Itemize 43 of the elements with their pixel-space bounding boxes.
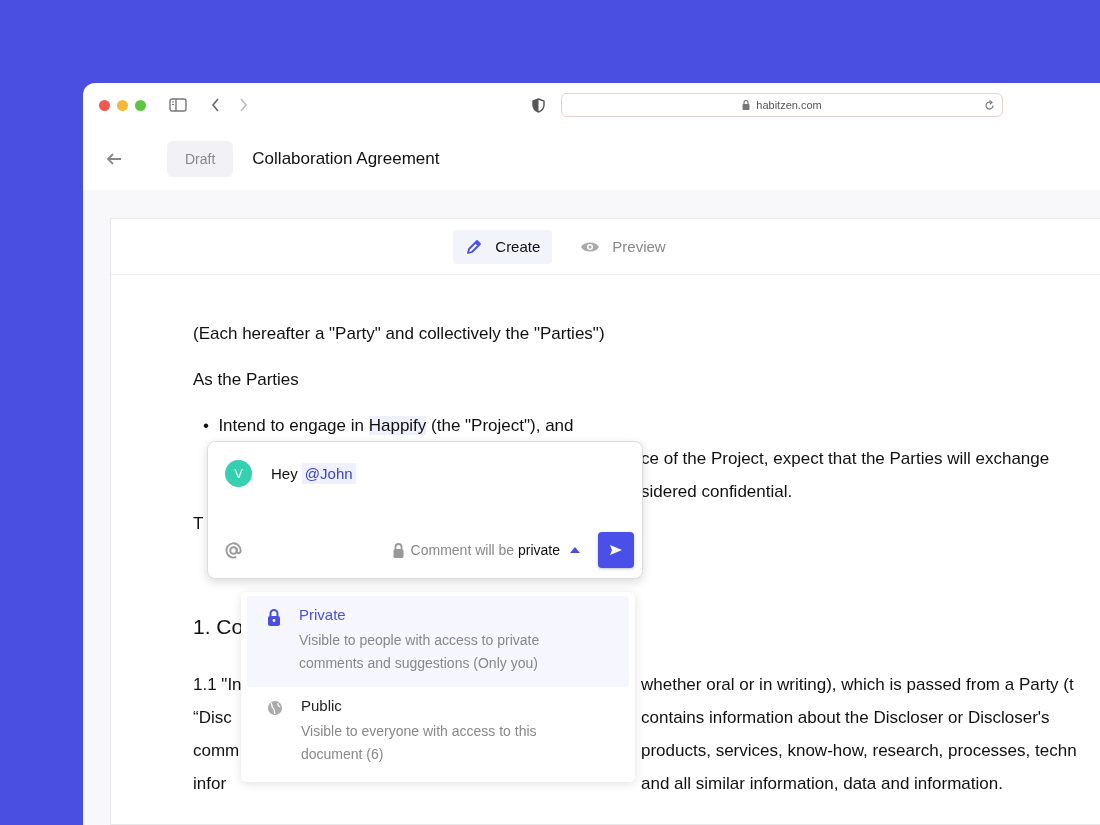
document-text: sidered confidential. [641, 481, 794, 502]
lock-icon [267, 609, 281, 626]
zoom-window-icon[interactable] [135, 99, 146, 111]
option-label: Public [301, 697, 343, 714]
lock-icon [742, 100, 751, 110]
document-text: As the Parties [193, 370, 299, 390]
shield-icon[interactable] [532, 97, 545, 113]
forward-icon[interactable] [238, 98, 248, 112]
document-text: T [193, 514, 204, 534]
document-text: (Each hereafter a "Party" and collectively the "Parties") [193, 324, 605, 344]
close-window-icon[interactable] [99, 99, 110, 111]
document-title: Collaboration Agreement [252, 148, 440, 169]
privacy-dropdown[interactable]: Comment will be private [392, 542, 580, 558]
privacy-option[interactable]: Public Visible to everyone with access to this document (6) [247, 687, 629, 778]
address-bar[interactable]: habitzen.com [561, 93, 1003, 117]
mention-icon[interactable] [224, 540, 243, 560]
option-description: Visible to everyone with access to this document (6) [301, 722, 538, 764]
sidebar-icon[interactable] [169, 98, 187, 112]
option-description: Visible to people with access to private comments and suggestions (Only you) [299, 631, 541, 673]
back-arrow-icon[interactable] [106, 152, 122, 165]
privacy-option[interactable]: Private Visible to people with access to private comments and suggestions (Only you) [247, 596, 629, 687]
minimize-window-icon[interactable] [117, 99, 128, 111]
option-label: Private [299, 606, 347, 623]
document-text: and all similar information, data and information. [641, 773, 1004, 794]
status-badge: Draft [167, 140, 234, 177]
document-text: products, services, know-how, research, processes, techn [641, 740, 1078, 761]
document-text: infor [193, 773, 227, 794]
globe-icon [267, 700, 283, 716]
pencil-icon [465, 237, 484, 256]
editor-tab[interactable]: Preview [568, 230, 678, 263]
back-icon[interactable] [211, 98, 221, 112]
editor-tab[interactable]: Create [453, 229, 553, 264]
reload-icon[interactable] [984, 100, 995, 111]
document-text: “Disc [193, 707, 232, 728]
bullet-item: • Intend to engage in Happify (the "Project"), and [202, 416, 575, 436]
document-text: whether oral or in writing), which is passed from a Party (t [641, 674, 1075, 695]
send-icon [609, 544, 623, 556]
user-avatar: V [225, 460, 252, 487]
document-text: contains information about the Discloser or Discloser's [641, 707, 1051, 728]
send-button[interactable] [598, 532, 634, 568]
document-text: comm [193, 740, 240, 761]
lock-icon [392, 542, 404, 558]
document-text: 1.1 "In [193, 674, 242, 695]
